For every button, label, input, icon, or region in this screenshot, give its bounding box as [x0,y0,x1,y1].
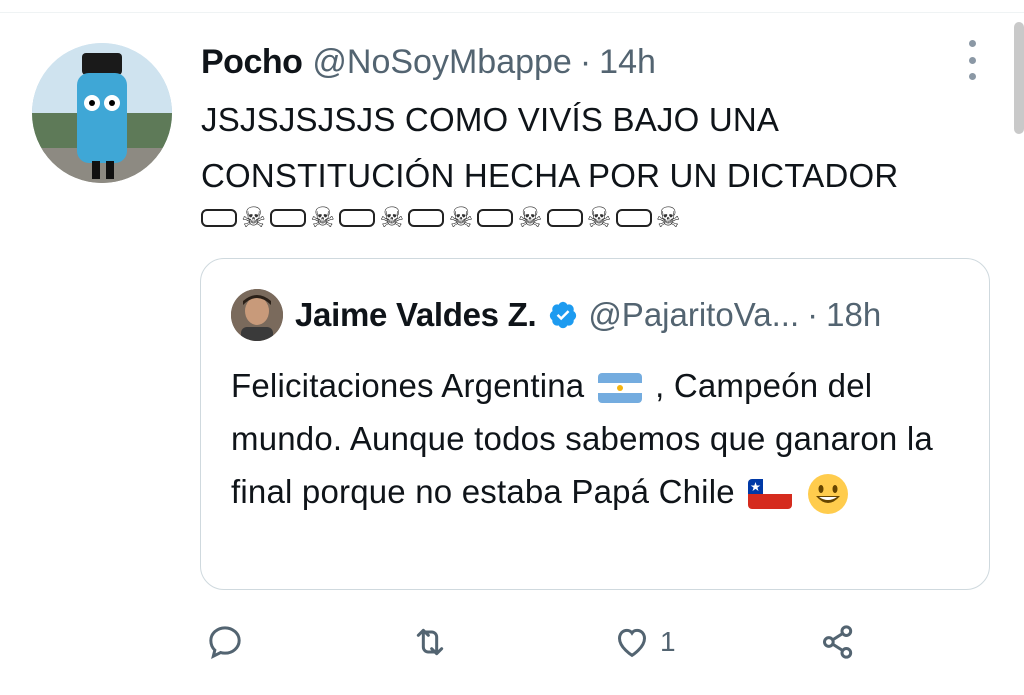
share-button[interactable] [818,622,866,662]
retweet-icon [416,628,444,656]
like-count: 1 [660,626,676,657]
emoji-row: ☠ ☠ ☠ ☠ ☠ ☠ ☠ [201,198,681,238]
retweet-button[interactable] [410,622,458,662]
chile-flag-icon [748,479,793,510]
quoted-author-name[interactable]: Jaime Valdes Z. [295,296,537,334]
top-divider [0,0,1024,13]
heart-icon [617,628,647,658]
verified-badge-icon [550,301,577,329]
more-options-icon[interactable] [960,40,984,80]
skull-icon: ☠ [517,202,543,233]
avatar-image [32,43,172,183]
tweet-text: JSJSJSJSJS COMO VIVÍS BAJO UNA CONSTITUC… [201,101,899,194]
quoted-tweet[interactable]: Jaime Valdes Z. @PajaritoVa... · 18h Fel… [200,258,990,590]
skull-icon: ☠ [310,202,336,233]
coffin-icon [546,209,583,227]
quoted-author-avatar[interactable] [231,289,283,341]
coffin-icon [408,209,445,227]
coffin-icon [270,209,307,227]
scrollbar[interactable] [1014,22,1024,134]
separator-dot: · [579,42,592,81]
coffin-icon [615,209,652,227]
tweet-time[interactable]: 14h [599,43,656,82]
quoted-text-part1: Felicitaciones Argentina [231,367,585,404]
reply-button[interactable] [205,622,253,662]
author-avatar[interactable] [32,43,172,183]
coffin-icon [201,209,237,227]
quoted-header: Jaime Valdes Z. @PajaritoVa... · 18h [295,293,881,337]
skull-icon: ☠ [655,202,681,233]
reply-icon [209,626,241,659]
quoted-time[interactable]: 18h [826,296,881,334]
like-button[interactable]: 1 [612,622,676,662]
skull-icon: ☠ [586,202,612,233]
tweet-header: Pocho @NoSoyMbappe · 14h [201,40,656,84]
argentina-flag-icon [597,373,642,404]
quoted-author-handle[interactable]: @PajaritoVa... [588,296,799,334]
share-icon [823,625,853,659]
author-name[interactable]: Pocho [201,43,303,82]
smiling-face-icon [807,474,848,515]
coffin-icon [477,209,514,227]
tweet-actions: 1 [0,622,1024,672]
author-handle[interactable]: @NoSoyMbappe [312,43,571,82]
skull-icon: ☠ [448,202,474,233]
quoted-text: Felicitaciones Argentina , Campeón del m… [231,359,971,518]
skull-icon: ☠ [379,202,405,233]
quoted-separator-dot: · [807,296,819,333]
skull-icon: ☠ [241,202,267,233]
quoted-avatar-image [231,289,283,341]
coffin-icon [339,209,376,227]
